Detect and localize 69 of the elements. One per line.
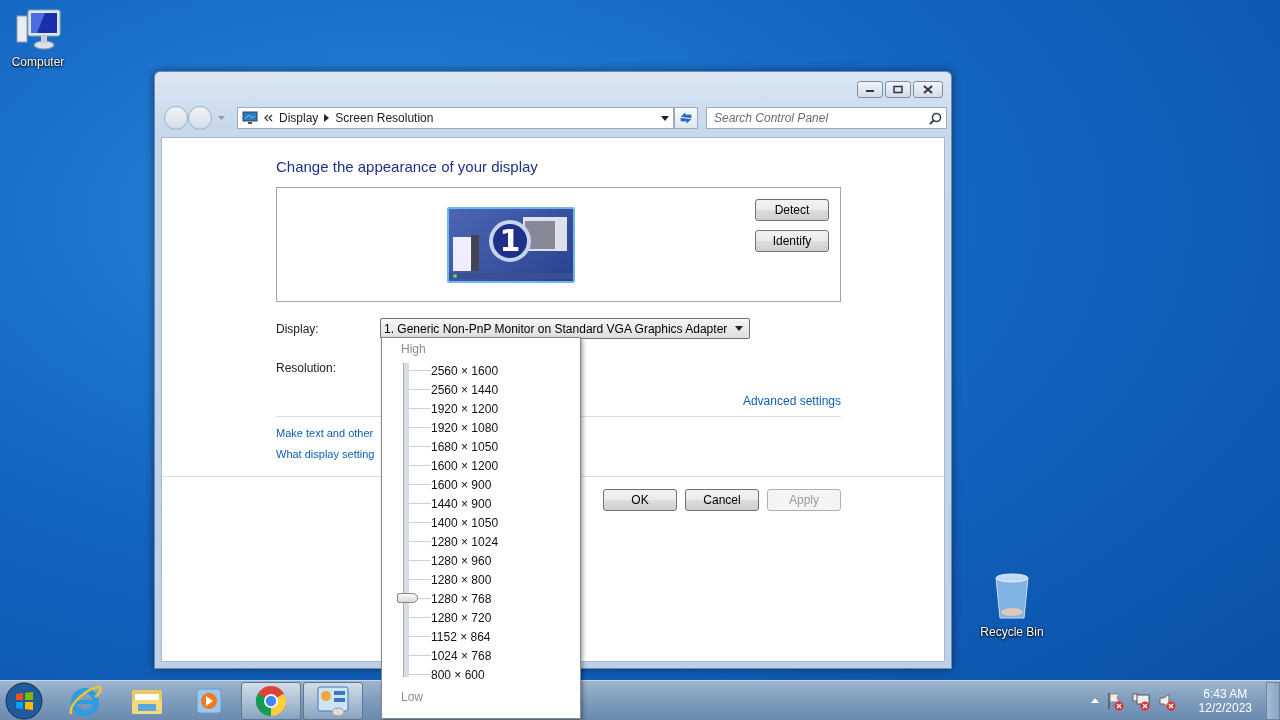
speaker-icon[interactable] [1156,690,1177,711]
clock-time: 6:43 AM [1203,686,1248,701]
ok-button[interactable]: OK [603,489,677,511]
detect-button[interactable]: Detect [755,199,829,221]
up-arrow-icon[interactable] [1090,698,1099,703]
icon-label: Recycle Bin [980,625,1044,639]
resolution-option[interactable]: 800 × 600 [431,665,499,684]
identify-button[interactable]: Identify [755,230,829,252]
page-heading: Change the appearance of your display [276,158,539,175]
resolution-option[interactable]: 1280 × 720 [431,608,499,627]
monitor-drawing[interactable]: 1 [447,206,575,283]
maximize-icon [891,85,905,94]
field-label: Resolution: [276,361,338,375]
resolution-option[interactable]: 1400 × 1050 [431,513,499,532]
resolution-option[interactable]: 1280 × 960 [431,551,499,570]
resolution-option[interactable]: 1600 × 900 [431,475,499,494]
cancel-button[interactable]: Cancel [685,489,759,511]
refresh-icon [679,111,693,125]
resolution-option[interactable]: 1680 × 1050 [431,437,499,456]
settings-link[interactable]: Make text and other [276,427,374,439]
maximize-button[interactable] [885,81,911,98]
low-label: Low [401,690,424,704]
caret-icon [661,115,669,121]
resolution-option[interactable]: 1920 × 1080 [431,418,499,437]
refresh-button[interactable] [674,107,698,129]
show-desktop-button[interactable] [1266,681,1280,720]
resolution-option[interactable]: 1440 × 900 [431,494,499,513]
play-icon [194,685,224,716]
taskbar-button[interactable] [241,681,301,720]
address-bar[interactable]: Display Screen Resolution [237,107,674,129]
minimize-button[interactable] [857,81,883,98]
chrome-logo-icon [255,684,287,717]
arrow-icon [324,114,330,122]
close-button[interactable] [913,81,943,98]
resolution-option[interactable]: 1280 × 800 [431,570,499,589]
display-dropdown[interactable]: 1. Generic Non-PnP Monitor on Standard VGA Graphics Adapter [380,318,751,339]
resolution-option[interactable]: 2560 × 1600 [431,361,499,380]
close-icon [921,85,935,94]
resolution-option[interactable]: 1920 × 1200 [431,399,499,418]
taskbar-button[interactable] [303,681,363,720]
windows-logo-icon [5,681,43,720]
caret-icon [218,115,225,121]
clock-date: 12/2/2023 [1198,700,1252,715]
monitor-number: 1 [499,223,521,258]
caret-icon [735,326,744,331]
resolution-option[interactable]: 2560 × 1440 [431,380,499,399]
resolution-option[interactable]: 1024 × 768 [431,646,499,665]
monitor-icon [242,111,258,125]
advanced-settings-link[interactable]: Advanced settings [742,394,841,408]
trash-bin-icon [992,572,1032,622]
resolution-option[interactable]: 1280 × 1024 [431,532,499,551]
slider-thumb[interactable] [397,593,418,603]
settings-link[interactable]: What display setting [276,448,375,460]
breadcrumb[interactable]: Display [279,111,319,125]
resolution-option[interactable]: 1280 × 768 [431,589,499,608]
e-logo-icon [68,683,102,718]
breadcrumb[interactable]: Screen Resolution [335,111,434,125]
icon-label: Computer [11,55,65,69]
field-label: Display: [276,321,320,336]
control-panel-icon [316,684,350,717]
network-icon[interactable] [1130,690,1151,711]
chevrons-icon [264,114,273,122]
back-button[interactable] [164,106,188,130]
high-label: High [401,342,427,356]
resolution-option[interactable]: 1152 × 864 [431,627,499,646]
forward-button[interactable] [188,106,212,130]
computer-icon [14,8,62,52]
search-field[interactable]: Search Control Panel [706,107,947,129]
resolution-option[interactable]: 1600 × 1200 [431,456,499,475]
